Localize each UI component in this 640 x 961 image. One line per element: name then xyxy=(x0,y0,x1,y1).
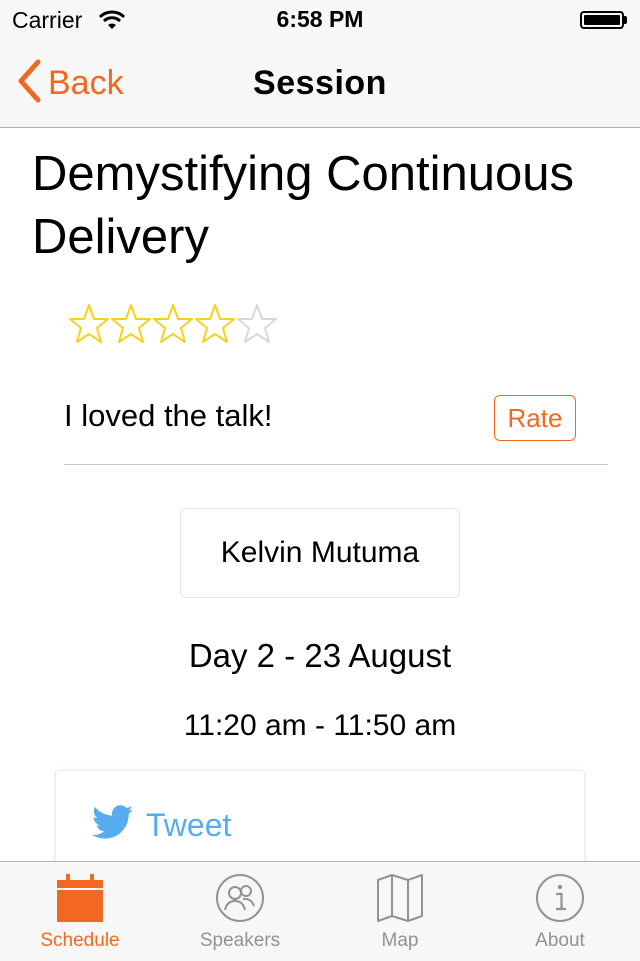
navigation-bar: Back Session xyxy=(0,40,640,128)
tab-label: Schedule xyxy=(40,930,120,951)
session-time: 11:20 am - 11:50 am xyxy=(183,709,457,742)
tab-schedule[interactable]: Schedule xyxy=(0,862,160,961)
tab-label: Map xyxy=(381,930,419,951)
star-rating[interactable] xyxy=(68,302,278,348)
tweet-button[interactable]: Tweet xyxy=(92,805,231,846)
battery-tip xyxy=(624,16,627,24)
session-title: Demystifying Continuous Delivery xyxy=(32,147,574,264)
map-icon xyxy=(375,872,425,924)
tweet-label: Tweet xyxy=(146,807,232,843)
tab-map[interactable]: Map xyxy=(320,862,480,961)
star-filled-icon[interactable] xyxy=(68,302,110,348)
tab-label: About xyxy=(535,930,585,951)
session-day: Day 2 - 23 August xyxy=(188,637,452,674)
info-icon xyxy=(535,872,585,924)
star-empty-icon[interactable] xyxy=(236,302,278,348)
star-filled-icon[interactable] xyxy=(152,302,194,348)
status-time: 6:58 PM xyxy=(276,6,364,32)
tab-speakers[interactable]: Speakers xyxy=(160,862,320,961)
tab-label: Speakers xyxy=(199,930,281,951)
divider xyxy=(64,464,608,465)
star-filled-icon[interactable] xyxy=(110,302,152,348)
twitter-bird-icon xyxy=(92,805,134,846)
speaker-button[interactable]: Kelvin Mutuma xyxy=(180,508,460,598)
tab-about[interactable]: About xyxy=(480,862,640,961)
rate-button[interactable]: Rate xyxy=(494,395,576,441)
status-bar: Carrier 6:58 PM xyxy=(0,0,640,40)
star-filled-icon[interactable] xyxy=(194,302,236,348)
people-icon xyxy=(215,872,265,924)
tab-bar: Schedule Speakers Map About xyxy=(0,861,640,961)
battery-icon xyxy=(580,11,624,29)
feedback-text: I loved the talk! xyxy=(64,398,273,433)
calendar-icon xyxy=(55,872,105,924)
page-title: Session xyxy=(253,64,387,102)
